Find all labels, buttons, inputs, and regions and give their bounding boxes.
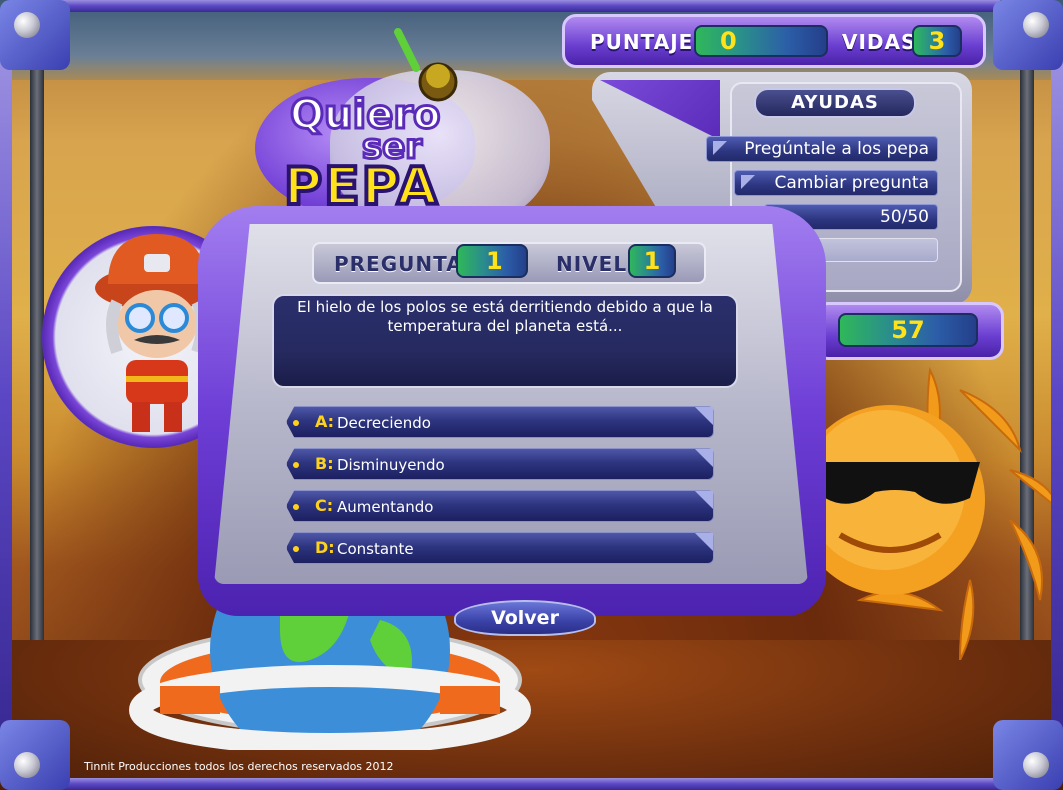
frame-right — [1051, 60, 1063, 730]
triangle-icon — [695, 407, 713, 425]
bullet-icon — [293, 420, 299, 426]
answer-text: Aumentando — [337, 498, 434, 516]
logo-quiero-ser-pepa: Quiero ser PEPA — [282, 28, 458, 218]
answer-letter: C: — [315, 496, 334, 515]
question-number-value: 1 — [456, 244, 528, 278]
answer-text: Constante — [337, 540, 414, 558]
triangle-icon — [695, 533, 713, 551]
answer-letter: B: — [315, 454, 334, 473]
answer-letter: D: — [315, 538, 335, 557]
timer-value: 57 — [838, 313, 978, 347]
frame-left — [0, 60, 12, 730]
answer-text: Decreciendo — [337, 414, 431, 432]
answer-option-d[interactable]: D: Constante — [286, 532, 714, 564]
back-button[interactable]: Volver — [454, 600, 596, 636]
lives-value: 3 — [912, 25, 962, 57]
level-value: 1 — [628, 244, 676, 278]
frame-corner — [0, 720, 70, 790]
frame-corner — [993, 720, 1063, 790]
answer-option-c[interactable]: C: Aumentando — [286, 490, 714, 522]
frame-top — [60, 0, 1000, 12]
question-number-label: PREGUNTA — [334, 252, 463, 276]
score-value: 0 — [694, 25, 828, 57]
answer-text: Disminuyendo — [337, 456, 445, 474]
question-text: El hielo de los polos se está derritiend… — [297, 298, 713, 335]
help-change-question-button[interactable]: Cambiar pregunta — [734, 170, 938, 196]
bullet-icon — [293, 462, 299, 468]
help-change-question-label: Cambiar pregunta — [774, 173, 929, 193]
triangle-icon — [695, 491, 713, 509]
triangle-icon — [713, 141, 727, 155]
bullet-icon — [293, 504, 299, 510]
help-ask-pepa-button[interactable]: Pregúntale a los pepa — [706, 136, 938, 162]
level-label: NIVEL — [556, 252, 628, 276]
bullet-icon — [293, 546, 299, 552]
triangle-icon — [741, 175, 755, 189]
frame-corner — [993, 0, 1063, 70]
lives-label: VIDAS — [842, 30, 917, 54]
copyright-text: Tinnit Producciones todos los derechos r… — [84, 760, 394, 773]
background-pillar — [30, 70, 44, 650]
answer-letter: A: — [315, 412, 335, 431]
answer-option-b[interactable]: B: Disminuyendo — [286, 448, 714, 480]
helps-title: AYUDAS — [754, 88, 916, 118]
triangle-icon — [695, 449, 713, 467]
score-label: PUNTAJE — [590, 30, 694, 54]
help-fifty-fifty-label: 50/50 — [880, 207, 929, 227]
help-ask-pepa-label: Pregúntale a los pepa — [744, 139, 929, 159]
answer-option-a[interactable]: A: Decreciendo — [286, 406, 714, 438]
frame-bottom — [60, 778, 1000, 790]
frame-corner — [0, 0, 70, 70]
